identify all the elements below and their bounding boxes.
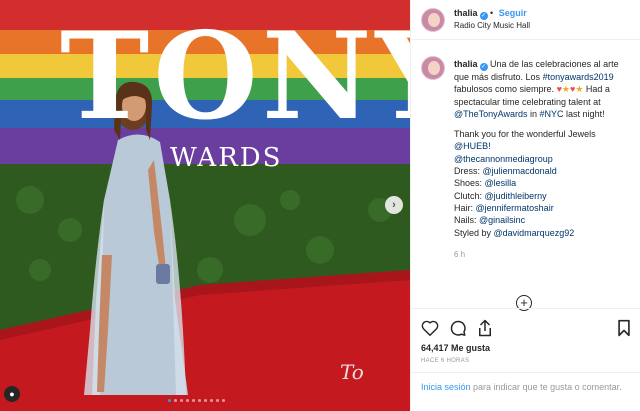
mention-link[interactable]: @jennifermatoshair — [476, 203, 554, 213]
credit-label: Clutch: — [454, 190, 485, 201]
carousel-dot — [204, 399, 207, 402]
credit-label: Nails: — [454, 215, 480, 226]
hashtag-link[interactable]: #NYC — [540, 109, 564, 119]
carousel-dot — [216, 399, 219, 402]
mention-link[interactable]: @judithleiberny — [485, 191, 547, 201]
post-actions: 64,417 Me gusta HACE 6 HORAS — [411, 308, 640, 364]
login-text: para indicar que te gusta o comentar. — [470, 382, 622, 392]
carousel-dot — [192, 399, 195, 402]
like-count[interactable]: 64,417 Me gusta — [421, 343, 631, 353]
photo-illustration: TONY WARDS — [0, 0, 410, 411]
post-caption: thalia ✓ Una de las celebraciones al arte… — [421, 56, 633, 261]
tony-sign-text: TONY — [60, 6, 410, 147]
mention-link[interactable]: @lesilla — [485, 178, 517, 188]
post-timestamp: HACE 6 HORAS — [421, 358, 470, 364]
next-photo-button[interactable]: › — [385, 196, 403, 214]
mention-link[interactable]: @ginailsinc — [479, 215, 525, 225]
credit-label: Styled by — [454, 227, 494, 238]
avatar[interactable] — [421, 7, 445, 32]
username-link[interactable]: thalia — [454, 8, 478, 18]
mention-link[interactable]: @davidmarquezg92 — [494, 228, 575, 238]
caption-line: last night! — [563, 108, 605, 119]
caption-text: thalia ✓ Una de las celebraciones al arte… — [454, 58, 633, 261]
credit-label: Hair: — [454, 202, 476, 213]
mention-link[interactable]: @julienmacdonald — [483, 166, 557, 176]
carousel-dot — [168, 399, 171, 402]
bookmark-icon[interactable] — [617, 319, 631, 337]
caption-line: Thank you for the wonderful Jewels — [454, 129, 596, 140]
separator-dot: • — [490, 8, 494, 18]
caption-timestamp: 6 h — [454, 249, 466, 259]
hashtag-link[interactable]: #tonyawards2019 — [543, 72, 614, 82]
post-header: thalia ✓ • Seguir Radio City Music Hall — [411, 0, 640, 40]
carousel-dot — [210, 399, 213, 402]
carousel-dot — [222, 399, 225, 402]
caption-line: in — [527, 108, 540, 119]
login-prompt: Inicia sesión para indicar que te gusta … — [411, 372, 640, 402]
carousel-dot — [198, 399, 201, 402]
post-photo[interactable]: TONY WARDS To › ● — [0, 0, 410, 411]
mention-link[interactable]: @HUEB! — [454, 141, 491, 151]
credit-label: Dress: — [454, 166, 483, 177]
carousel-dot — [174, 399, 177, 402]
follow-button[interactable]: Seguir — [499, 8, 527, 18]
caption-username[interactable]: thalia — [454, 59, 478, 69]
action-icons — [421, 317, 631, 339]
heart-icon[interactable] — [421, 320, 439, 336]
verified-badge-icon: ✓ — [479, 63, 488, 71]
chevron-right-icon: › — [392, 199, 396, 211]
carousel-indicator — [168, 399, 225, 402]
share-icon[interactable] — [477, 319, 493, 337]
comment-icon[interactable] — [449, 319, 467, 337]
verified-badge-icon: ✓ — [479, 12, 488, 20]
login-link[interactable]: Inicia sesión — [421, 382, 471, 392]
instagram-post-view: TONY WARDS To › ● thalia✓ — [0, 0, 640, 411]
photographer-signature: To — [340, 360, 364, 384]
caption-line: fabulosos como siempre. — [454, 84, 555, 95]
mention-link[interactable]: @thecannonmediagroup — [454, 154, 553, 164]
carousel-dot — [186, 399, 189, 402]
mention-link[interactable]: @TheTonyAwards — [454, 109, 528, 119]
post-sidebar: thalia ✓ • Seguir Radio City Music Hall t… — [410, 0, 640, 411]
avatar[interactable] — [421, 56, 445, 80]
location-link[interactable]: Radio City Music Hall — [454, 20, 530, 32]
awards-sign-text: WARDS — [170, 143, 282, 173]
header-text: thalia ✓ • Seguir Radio City Music Hall — [454, 7, 530, 32]
carousel-dot — [180, 399, 183, 402]
credit-label: Shoes: — [454, 178, 485, 189]
user-tag-icon[interactable]: ● — [4, 386, 20, 402]
star-emoji-icon: ★ — [561, 84, 570, 95]
